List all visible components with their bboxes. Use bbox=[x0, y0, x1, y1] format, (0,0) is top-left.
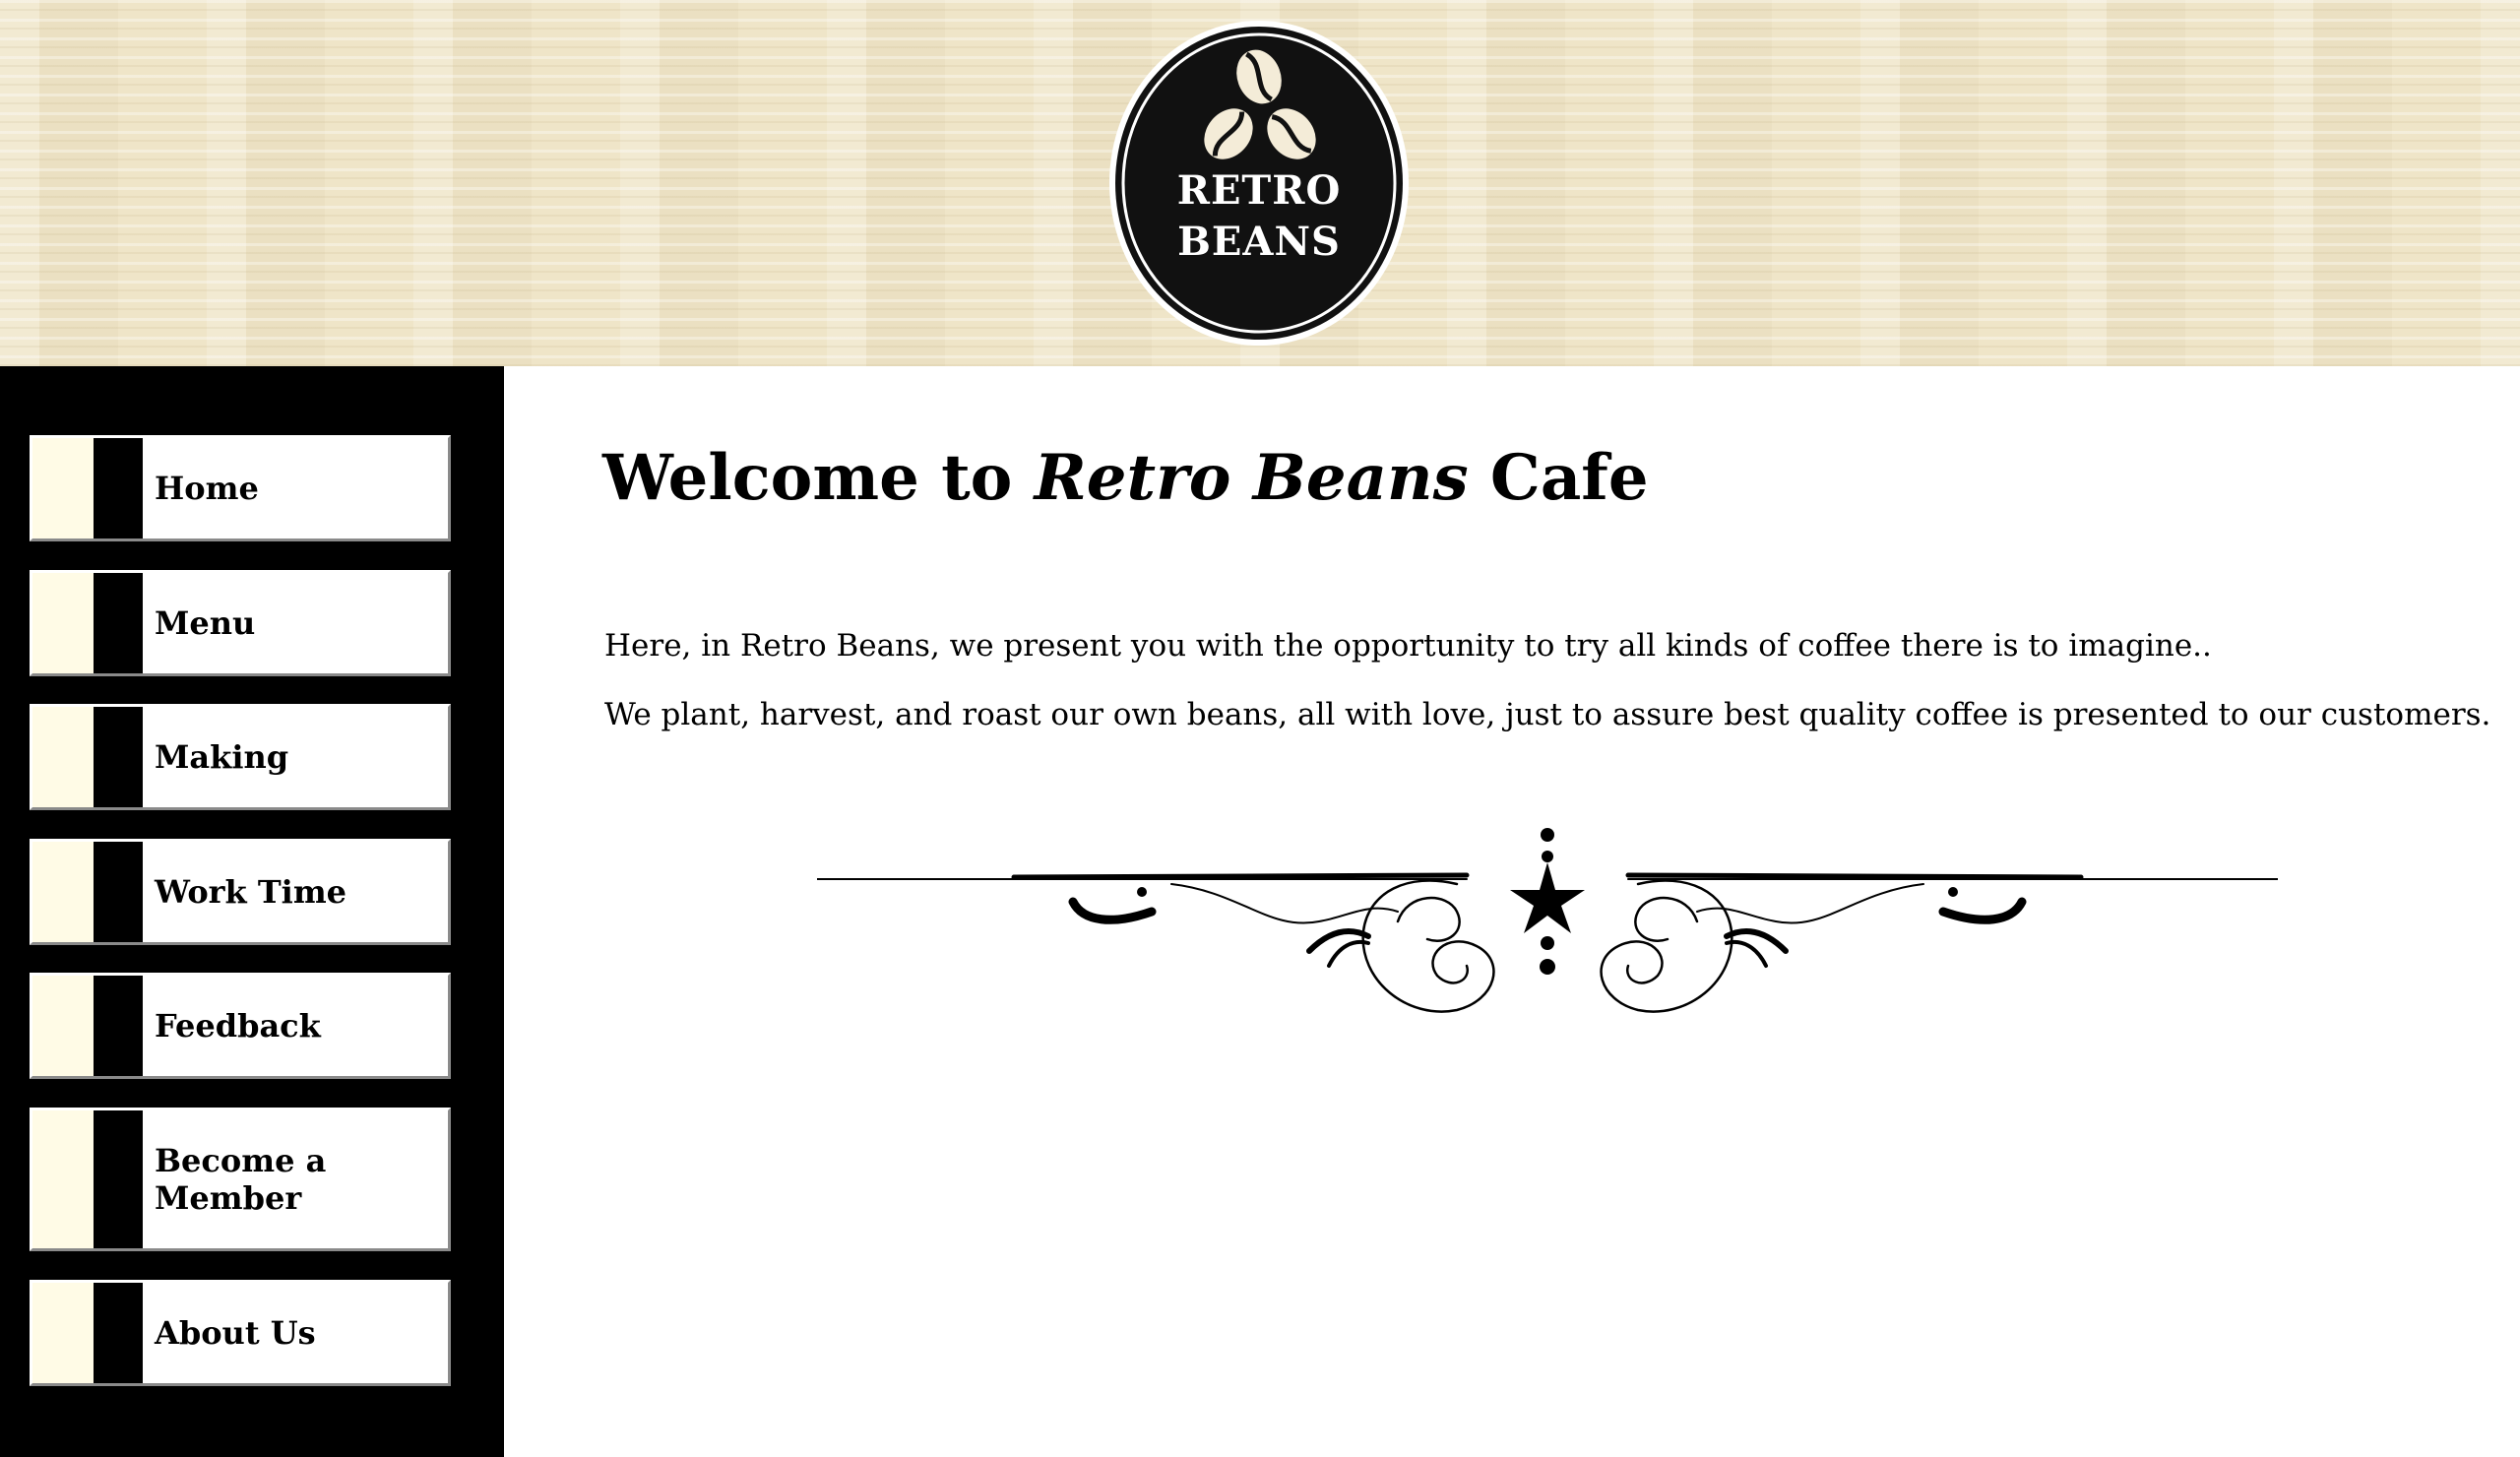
nav-item-black-tab bbox=[94, 707, 143, 807]
nav-item-cream-tab bbox=[32, 1283, 94, 1383]
nav-item-black-tab bbox=[94, 842, 143, 942]
page-title: Welcome to Retro Beans Cafe bbox=[602, 441, 1649, 516]
nav-item-making[interactable]: Making bbox=[30, 704, 451, 810]
nav-item-label: Menu bbox=[155, 604, 256, 642]
nav-item-home[interactable]: Home bbox=[30, 435, 451, 541]
nav-item-cream-tab bbox=[32, 1110, 94, 1248]
nav-item-label: Making bbox=[155, 738, 289, 776]
nav-item-feedback[interactable]: Feedback bbox=[30, 973, 451, 1079]
nav-item-label: Work Time bbox=[155, 873, 347, 911]
header-banner: RETRO BEANS bbox=[0, 0, 2520, 366]
mission-paragraph: We plant, harvest, and roast our own bea… bbox=[604, 697, 2491, 732]
nav-item-black-tab bbox=[94, 438, 143, 538]
nav-item-menu[interactable]: Menu bbox=[30, 570, 451, 676]
nav-item-label: Home bbox=[155, 470, 259, 507]
nav-item-black-tab bbox=[94, 976, 143, 1076]
nav-item-cream-tab bbox=[32, 438, 94, 538]
nav-item-become-a-member[interactable]: Become a Member bbox=[30, 1108, 451, 1251]
sidebar-nav: Home Menu Making Work Time Feedback Beco… bbox=[0, 366, 504, 1457]
flourish-divider-icon bbox=[817, 828, 2278, 1013]
page-title-suffix: Cafe bbox=[1468, 441, 1649, 515]
logo-text-line2: BEANS bbox=[1177, 219, 1341, 265]
nav-item-label: Become a Member bbox=[155, 1142, 327, 1217]
nav-item-black-tab bbox=[94, 1110, 143, 1248]
nav-item-cream-tab bbox=[32, 573, 94, 673]
nav-item-work-time[interactable]: Work Time bbox=[30, 839, 451, 945]
page-title-prefix: Welcome to bbox=[602, 441, 1035, 515]
page-title-brand: Retro Beans bbox=[1034, 441, 1469, 515]
nav-item-label: Feedback bbox=[155, 1007, 321, 1045]
nav-item-about-us[interactable]: About Us bbox=[30, 1280, 451, 1386]
nav-item-label: About Us bbox=[155, 1314, 316, 1352]
nav-item-cream-tab bbox=[32, 976, 94, 1076]
nav-item-black-tab bbox=[94, 1283, 143, 1383]
nav-item-cream-tab bbox=[32, 707, 94, 807]
intro-paragraph: Here, in Retro Beans, we present you wit… bbox=[604, 628, 2212, 664]
logo-text-line1: RETRO bbox=[1176, 167, 1342, 214]
nav-item-black-tab bbox=[94, 573, 143, 673]
nav-item-cream-tab bbox=[32, 842, 94, 942]
